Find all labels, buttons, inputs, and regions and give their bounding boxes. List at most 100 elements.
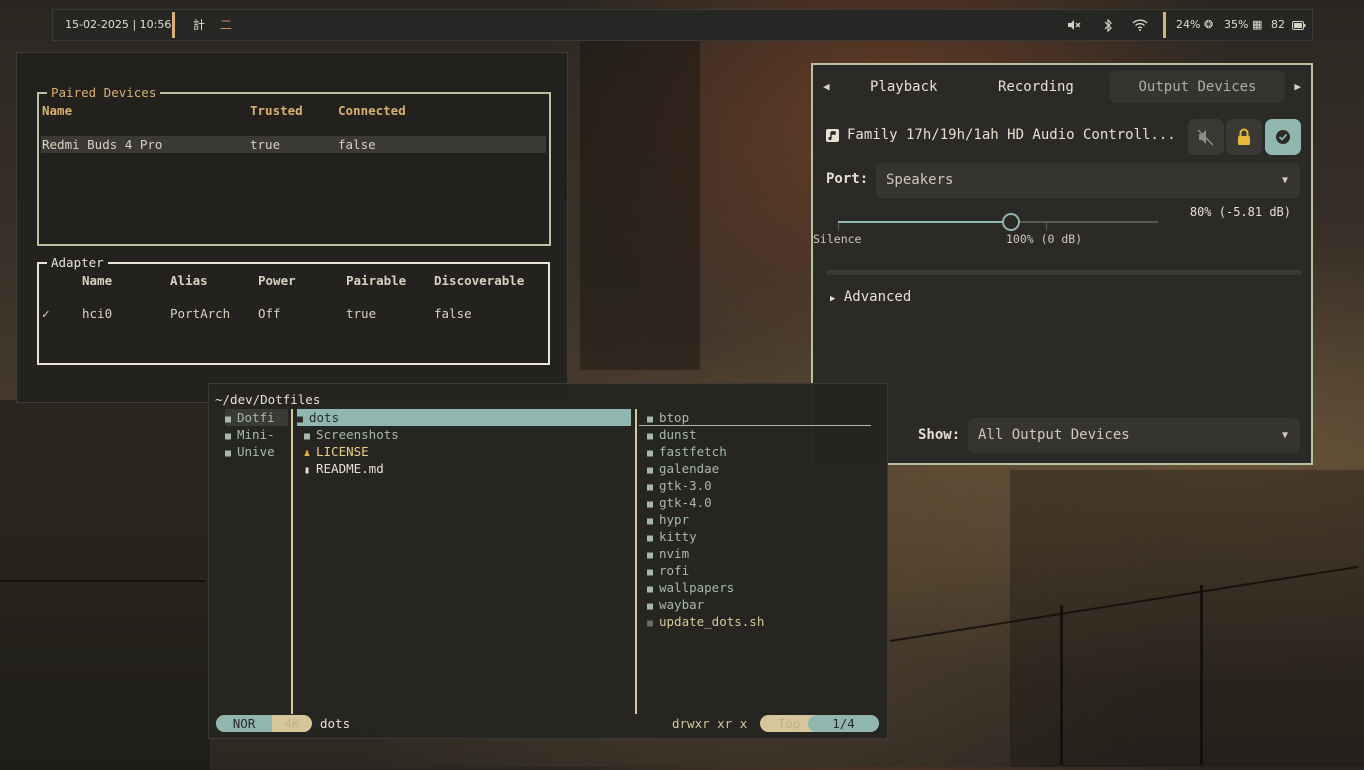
tab-playback[interactable]: Playback xyxy=(870,65,937,109)
preview-entry[interactable]: ■ waybar xyxy=(647,596,704,613)
folder-icon: ■ xyxy=(225,448,232,459)
tab-output-devices[interactable]: Output Devices xyxy=(1110,71,1285,103)
preview-entry[interactable]: ■ gtk-4.0 xyxy=(647,494,712,511)
column-header: Power xyxy=(258,273,296,288)
tab-scroll-right-icon[interactable]: ▶ xyxy=(1294,65,1301,109)
column-header: Name xyxy=(82,273,113,288)
parent-entry[interactable]: ■ Dotfi xyxy=(225,409,288,426)
preview-entry[interactable]: ■ gtk-3.0 xyxy=(647,477,712,494)
wallpaper-post xyxy=(1200,585,1203,765)
preview-entry[interactable]: ■ kitty xyxy=(647,528,697,545)
script-icon: ■ xyxy=(647,618,654,629)
current-path: ~/dev/Dotfiles xyxy=(215,392,321,407)
wallpaper-foliage xyxy=(0,400,210,770)
adapter-alias: PortArch xyxy=(170,306,231,321)
check-circle-icon xyxy=(1276,130,1290,144)
adapter-frame: Adapter Name Alias Power Pairable Discov… xyxy=(37,255,550,365)
preview-entry[interactable]: ■ btop xyxy=(647,409,689,426)
file-entry-selected[interactable]: ■ dots xyxy=(297,409,631,426)
wallpaper-fence-left xyxy=(0,580,205,582)
column-header: Name xyxy=(42,103,73,118)
battery-icon xyxy=(1291,20,1305,30)
tick-100 xyxy=(1046,223,1047,231)
workspace-2[interactable]: 二 xyxy=(220,10,232,40)
volume-muted-icon[interactable] xyxy=(1067,10,1081,40)
preview-entry-label: nvim xyxy=(659,546,690,561)
adapter-pairable: true xyxy=(346,306,377,321)
adapter-name: hci0 xyxy=(82,306,113,321)
preview-entry[interactable]: ■ fastfetch xyxy=(647,443,727,460)
device-trusted: true xyxy=(250,137,281,152)
column-header: Alias xyxy=(170,273,208,288)
preview-entry[interactable]: ■ rofi xyxy=(647,562,689,579)
preview-entry-label: gtk-4.0 xyxy=(659,495,712,510)
preview-entry[interactable]: ■ hypr xyxy=(647,511,689,528)
column-header: Discoverable xyxy=(434,273,525,288)
paired-device-row[interactable]: Redmi Buds 4 Pro true false xyxy=(41,136,546,153)
mode-indicator: NOR xyxy=(216,715,272,732)
cpu-indicator: 24% ❂ xyxy=(1176,18,1214,31)
slider-label-100: 100% (0 dB) xyxy=(1006,232,1083,246)
preview-entry-label: gtk-3.0 xyxy=(659,478,712,493)
wifi-icon[interactable] xyxy=(1132,10,1148,40)
clock[interactable]: 15-02-2025 | 10:56 xyxy=(65,10,171,40)
column-header: Pairable xyxy=(346,273,407,288)
tab-scroll-left-icon[interactable]: ◀ xyxy=(823,65,830,109)
show-value: All Output Devices xyxy=(978,427,1130,443)
device-connected: false xyxy=(338,137,376,152)
preview-entry[interactable]: ■ nvim xyxy=(647,545,689,562)
file-entry[interactable]: ■ Screenshots xyxy=(304,426,399,443)
status-filename: dots xyxy=(320,716,351,731)
preview-entry-label: update_dots.sh xyxy=(659,614,765,629)
adapter-row[interactable]: ✓ hci0 PortArch Off true false xyxy=(39,306,547,323)
lock-icon xyxy=(1238,128,1250,145)
bluetooth-icon[interactable] xyxy=(1103,10,1113,40)
volume-slider[interactable] xyxy=(838,213,1158,231)
lock-channels-button[interactable] xyxy=(1226,119,1262,155)
chevron-down-icon: ▼ xyxy=(1281,175,1288,186)
memory-indicator: 35% ▦ xyxy=(1224,18,1263,31)
column-header: Connected xyxy=(338,103,406,118)
advanced-label: Advanced xyxy=(843,289,912,305)
check-icon: ✓ xyxy=(42,306,50,321)
preview-entry[interactable]: ■ update_dots.sh xyxy=(647,613,764,630)
bar-separator xyxy=(1163,12,1166,38)
bluetooth-tui-window: Paired Devices Name Trusted Connected Re… xyxy=(16,52,568,403)
top-bar: 15-02-2025 | 10:56 計 二 24% ❂ 35% ▦ 82 xyxy=(52,9,1313,41)
wallpaper-street xyxy=(1010,470,1364,767)
file-entry[interactable]: ♟ LICENSE xyxy=(304,443,369,460)
set-default-button[interactable] xyxy=(1265,119,1301,155)
status-permissions: drwxr xr x xyxy=(672,716,748,731)
wallpaper-building xyxy=(580,40,700,370)
port-value: Speakers xyxy=(886,172,954,188)
adapter-discoverable: false xyxy=(434,306,472,321)
wallpaper-post xyxy=(1060,605,1063,765)
music-note-icon xyxy=(826,129,839,146)
preview-entry-label: wallpapers xyxy=(659,580,735,595)
battery-indicator: 82 xyxy=(1271,10,1306,40)
column-header: Trusted xyxy=(250,103,303,118)
preview-entry-label: btop xyxy=(659,410,690,425)
show-dropdown[interactable]: All Output Devices ▼ xyxy=(968,418,1300,453)
preview-entry-label: kitty xyxy=(659,529,697,544)
port-dropdown[interactable]: Speakers ▼ xyxy=(876,163,1300,198)
volume-slider-fill xyxy=(838,221,1011,223)
file-entry[interactable]: ▮ README.md xyxy=(304,460,384,477)
preview-entry[interactable]: ■ dunst xyxy=(647,426,697,443)
device-name: Family 17h/19h/1ah HD Audio Controll... xyxy=(847,127,1176,143)
workspace-1[interactable]: 計 xyxy=(193,10,205,40)
advanced-expander[interactable]: ▶ Advanced xyxy=(830,289,911,305)
column-divider xyxy=(635,409,637,714)
parent-entry[interactable]: ■ Unive xyxy=(225,443,275,460)
preview-entry-label: galendae xyxy=(659,461,720,476)
mute-button[interactable] xyxy=(1188,119,1224,155)
preview-entry[interactable]: ■ wallpapers xyxy=(647,579,734,596)
memory-icon: ▦ xyxy=(1251,18,1263,31)
volume-readout: 80% (-5.81 dB) xyxy=(1189,205,1291,219)
column-divider xyxy=(291,409,293,714)
preview-entry[interactable]: ■ galendae xyxy=(647,460,719,477)
parent-entry[interactable]: ■ Mini- xyxy=(225,426,275,443)
device-name: Redmi Buds 4 Pro xyxy=(42,137,163,152)
volume-slider-handle[interactable] xyxy=(1001,213,1020,231)
tab-recording[interactable]: Recording xyxy=(998,65,1074,109)
